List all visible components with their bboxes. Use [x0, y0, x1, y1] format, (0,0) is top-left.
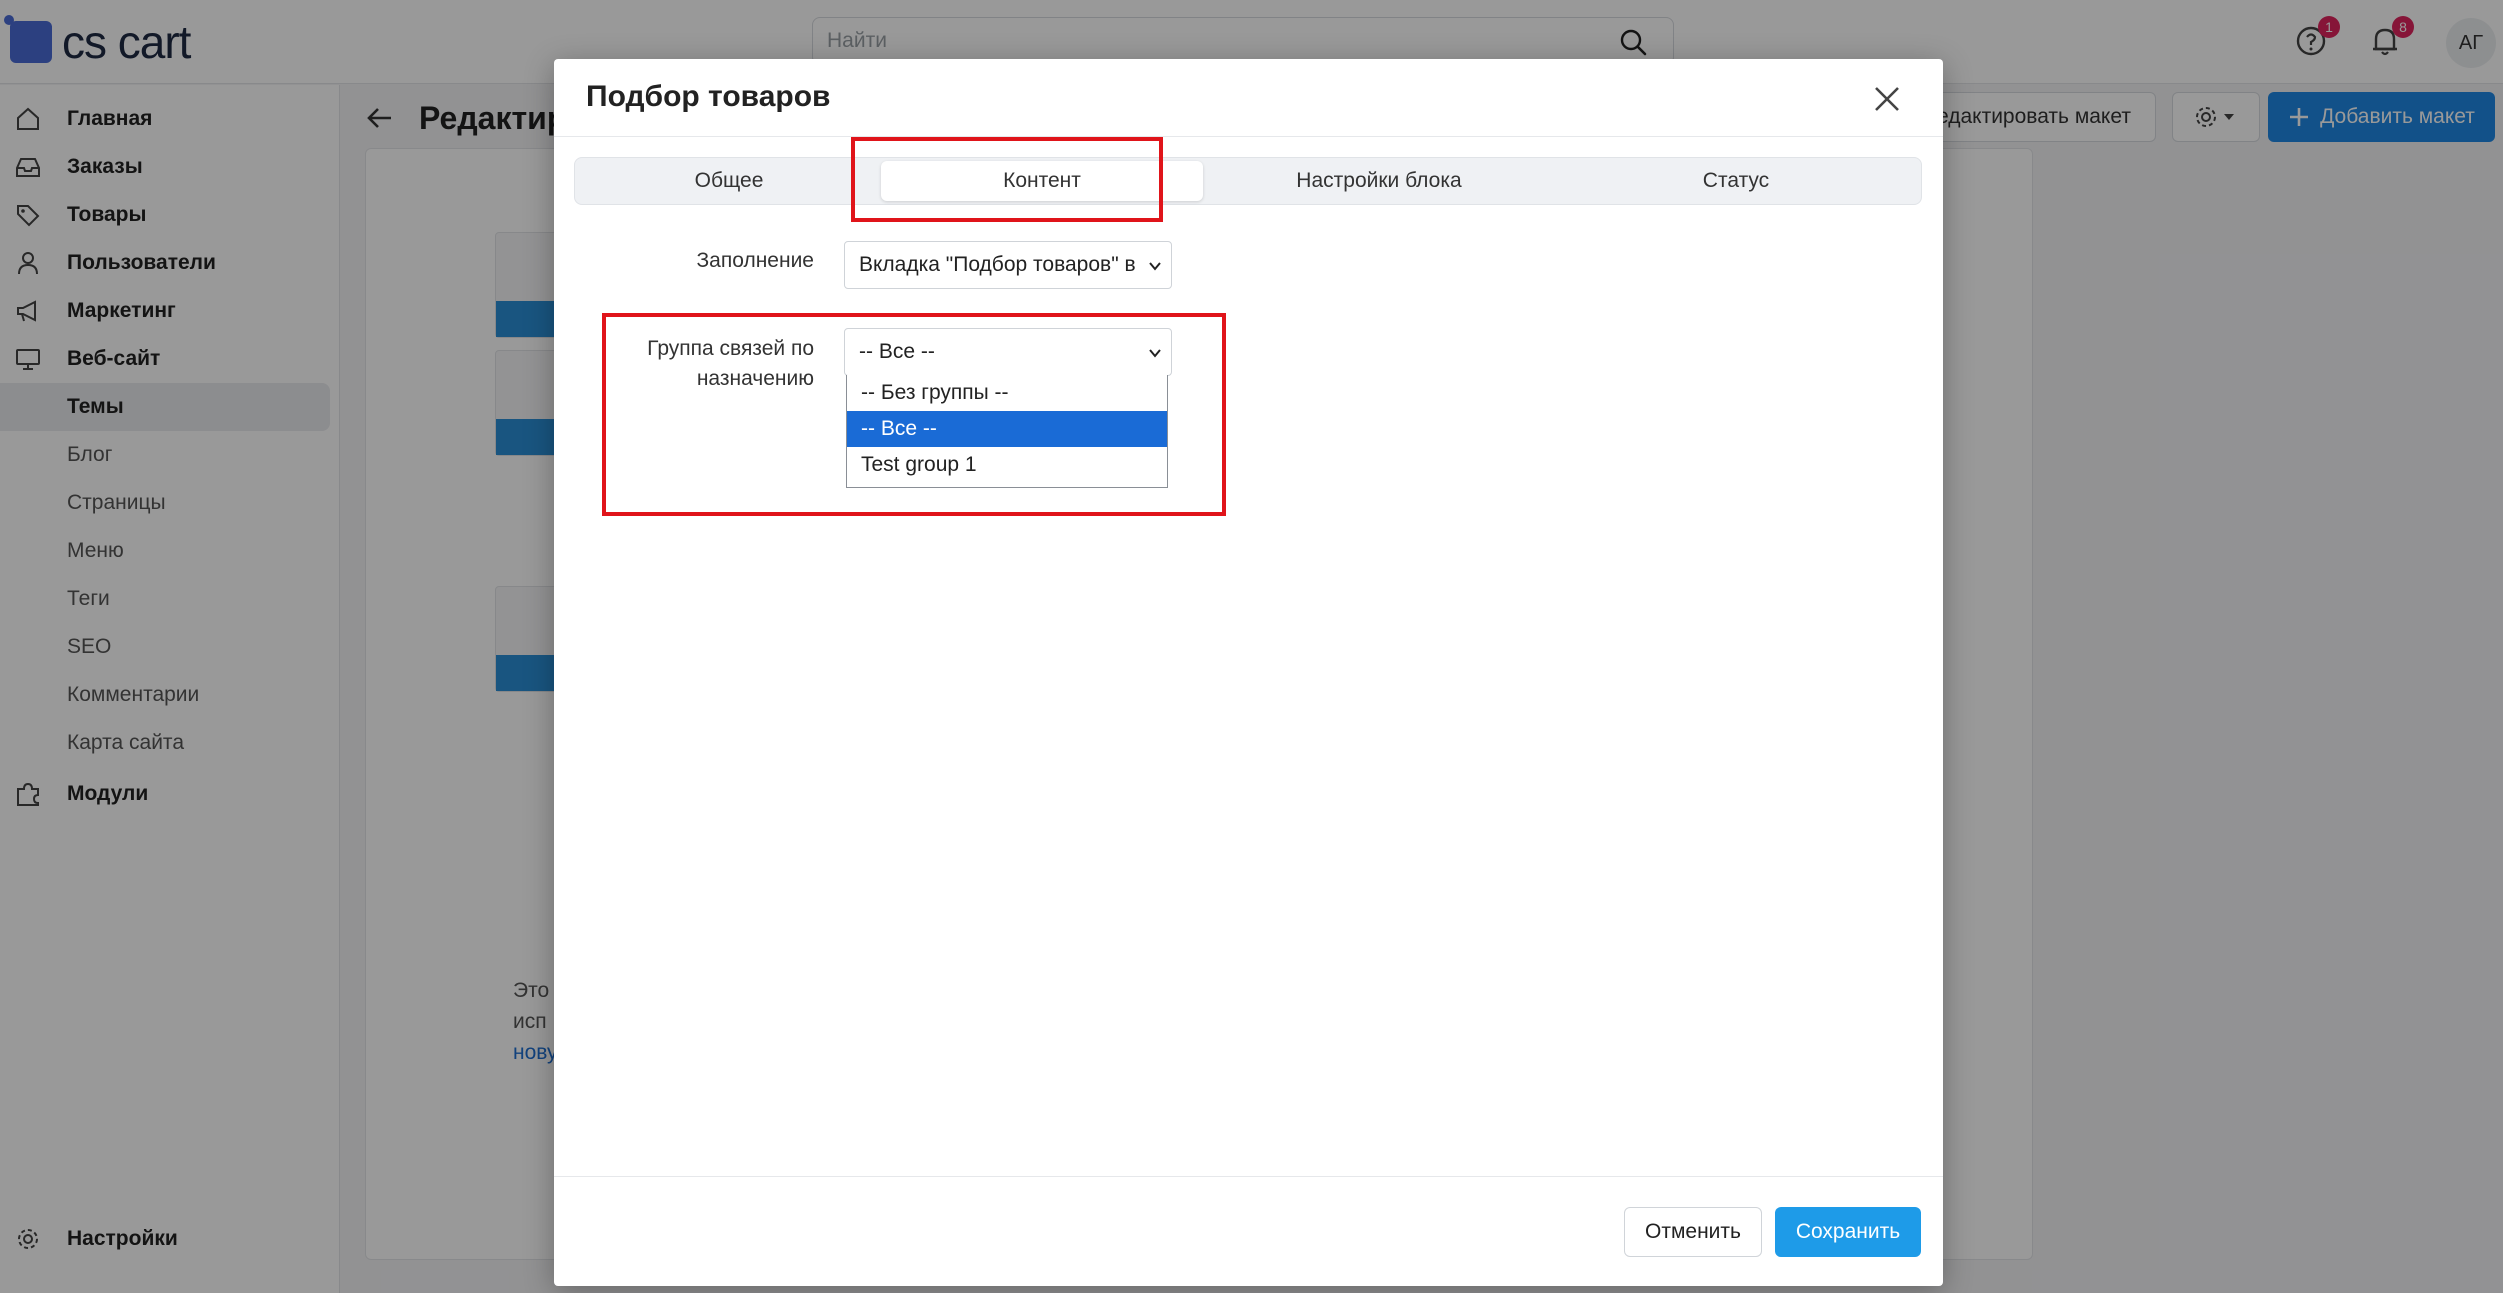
cancel-button[interactable]: Отменить [1624, 1207, 1762, 1257]
modal-header: Подбор товаров [554, 59, 1943, 137]
chevron-down-icon [1149, 349, 1161, 358]
close-icon[interactable] [1869, 81, 1905, 117]
modal-title: Подбор товаров [586, 80, 831, 113]
fill-select-value: Вкладка "Подбор товаров" в [859, 253, 1136, 276]
fill-select[interactable]: Вкладка "Подбор товаров" в [844, 241, 1172, 289]
chevron-down-icon [1149, 262, 1161, 271]
fill-label: Заполнение [696, 249, 815, 272]
group-select-value: -- Все -- [859, 340, 935, 363]
tab-block-settings[interactable]: Настройки блока [1205, 161, 1553, 201]
group-label: Группа связей по назначению [614, 334, 814, 394]
tab-general[interactable]: Общее [579, 161, 879, 201]
group-select[interactable]: -- Все -- [844, 328, 1172, 376]
select-option[interactable]: -- Без группы -- [847, 375, 1167, 411]
modal-tabs: Общее Контент Настройки блока Статус [574, 157, 1922, 205]
modal-footer: Отменить Сохранить [554, 1176, 1943, 1286]
product-picker-modal: Подбор товаров Общее Контент Настройки б… [554, 59, 1943, 1286]
save-button[interactable]: Сохранить [1775, 1207, 1921, 1257]
tab-status[interactable]: Статус [1555, 161, 1917, 201]
group-select-options: -- Без группы -- -- Все -- Test group 1 [846, 375, 1168, 488]
group-label-line: Группа связей по [647, 337, 814, 360]
select-option[interactable]: Test group 1 [847, 447, 1167, 483]
highlight-box [851, 137, 1163, 222]
group-label-line: назначению [696, 367, 814, 390]
select-option-selected[interactable]: -- Все -- [847, 411, 1167, 447]
